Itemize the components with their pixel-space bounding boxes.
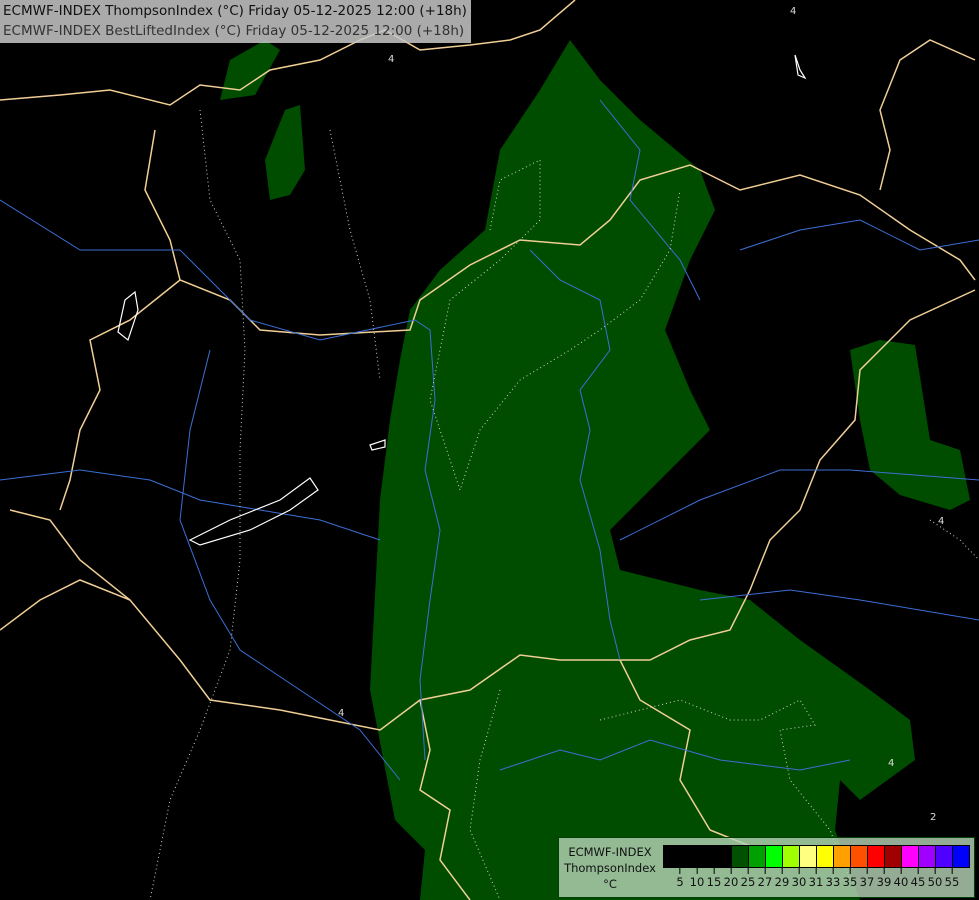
legend-swatch — [868, 846, 885, 867]
legend-tick-label: 5 — [676, 868, 683, 889]
thompson-index-fill — [220, 40, 970, 900]
legend-tick-label: 45 — [911, 868, 926, 889]
color-legend: ECMWF-INDEX ThompsonIndex °C 5 10 15 20 25 27… — [558, 837, 975, 898]
legend-swatch — [919, 846, 936, 867]
legend-title: ECMWF-INDEX ThompsonIndex °C — [559, 844, 661, 892]
legend-tick-label: 33 — [826, 868, 841, 889]
legend-tick-label: 10 — [690, 868, 705, 889]
legend-tick-label: 20 — [724, 868, 739, 889]
legend-swatch — [800, 846, 817, 867]
legend-swatch — [698, 846, 715, 867]
legend-tick-label: 15 — [707, 868, 722, 889]
map-header: ECMWF-INDEX ThompsonIndex (°C) Friday 05… — [0, 0, 471, 43]
legend-swatch — [749, 846, 766, 867]
legend-tick-label: 55 — [945, 868, 960, 889]
legend-tick-label: 40 — [894, 868, 909, 889]
legend-tick-label: 30 — [792, 868, 807, 889]
legend-swatch — [783, 846, 800, 867]
legend-swatch — [715, 846, 732, 867]
contour-label: 2 — [930, 812, 936, 823]
map-canvas[interactable]: 4 4 4 4 2 4 — [0, 0, 979, 900]
title-thompson-index: ECMWF-INDEX ThompsonIndex (°C) Friday 05… — [3, 3, 467, 19]
contour-label: 4 — [790, 6, 796, 17]
legend-parameter: ThompsonIndex — [564, 861, 656, 875]
legend-swatch — [885, 846, 902, 867]
contour-label: 4 — [388, 54, 394, 65]
legend-swatch — [681, 846, 698, 867]
legend-tick-label: 31 — [809, 868, 824, 889]
legend-unit: °C — [603, 877, 617, 891]
legend-swatch — [953, 846, 969, 867]
legend-tick-label: 25 — [741, 868, 756, 889]
legend-color-bar — [663, 845, 970, 868]
title-best-lifted-index: ECMWF-INDEX BestLiftedIndex (°C) Friday … — [3, 23, 465, 39]
legend-tick-label: 50 — [928, 868, 943, 889]
legend-tick-label: 39 — [877, 868, 892, 889]
legend-swatch — [732, 846, 749, 867]
legend-tick-label: 35 — [843, 868, 858, 889]
legend-tick-label: 27 — [758, 868, 773, 889]
legend-swatch — [664, 846, 681, 867]
legend-swatch — [766, 846, 783, 867]
legend-source: ECMWF-INDEX — [568, 845, 652, 859]
contour-label: 4 — [938, 516, 944, 527]
legend-tick-label: 29 — [775, 868, 790, 889]
legend-swatch — [851, 846, 868, 867]
legend-swatch — [834, 846, 851, 867]
contour-label: 4 — [338, 708, 344, 719]
legend-swatch — [817, 846, 834, 867]
legend-swatch — [902, 846, 919, 867]
legend-ticks: 5 10 15 20 25 27 29 30 31 33 35 37 39 40 45 50 55 — [663, 868, 973, 894]
contour-label: 4 — [888, 758, 894, 769]
legend-swatch — [936, 846, 953, 867]
legend-tick-label: 37 — [860, 868, 875, 889]
